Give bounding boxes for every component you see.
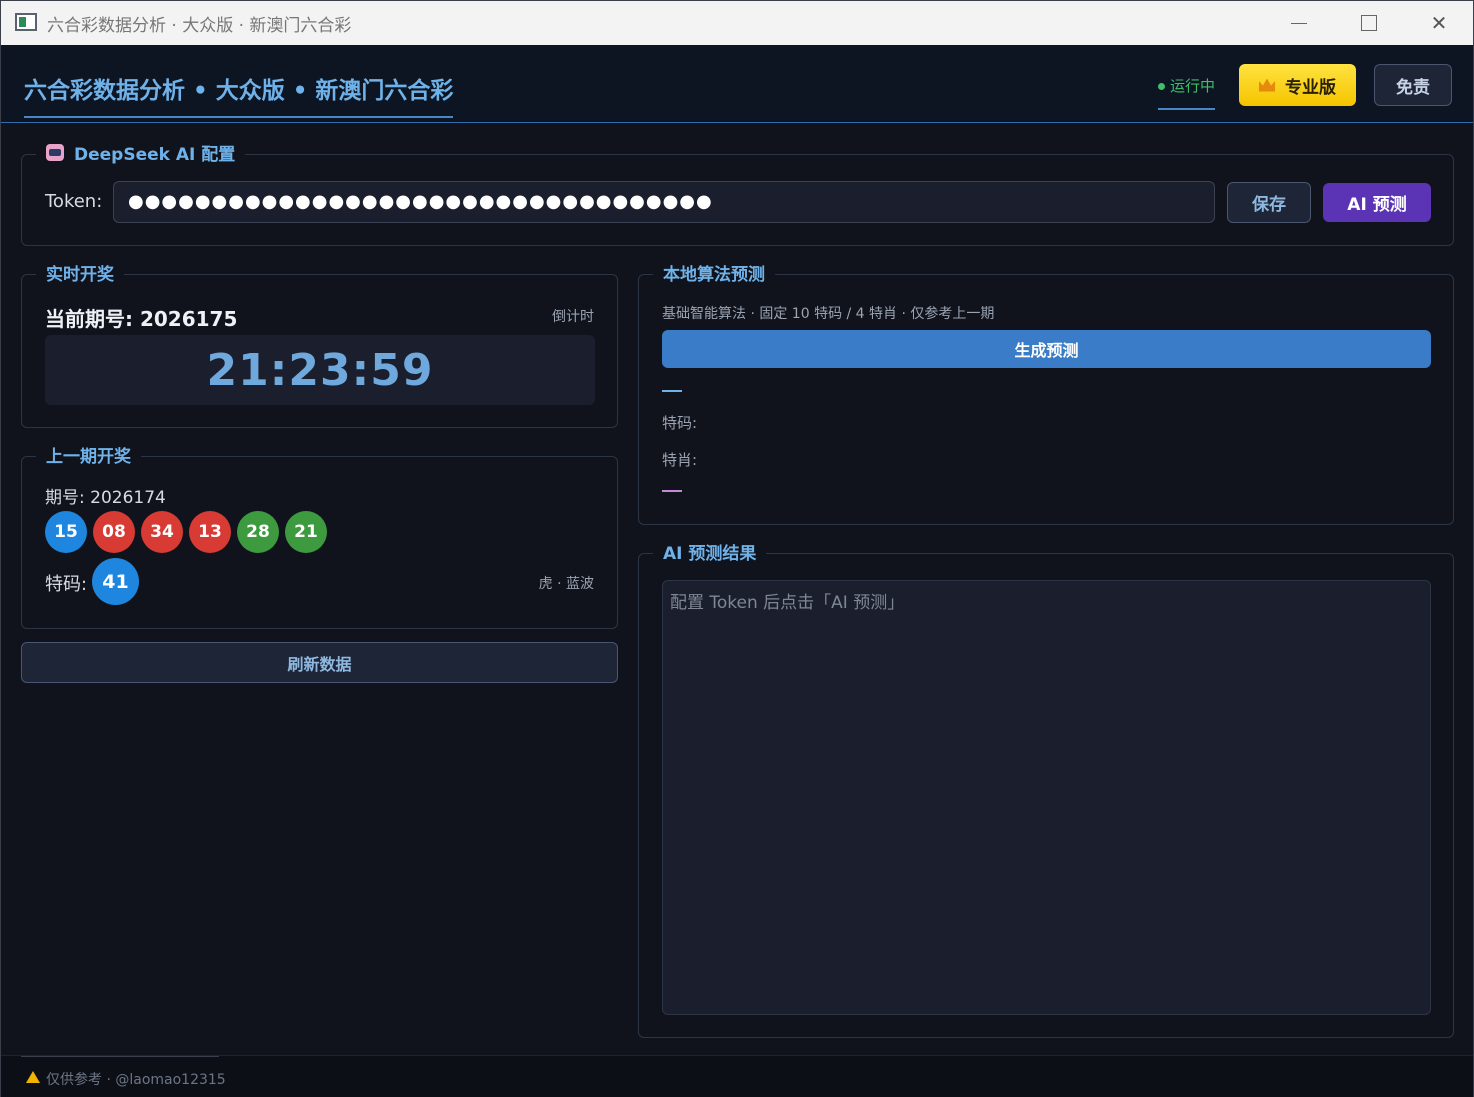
countdown-timer: 21:23:59 [45,335,595,405]
generate-prediction-button[interactable]: 生成预测 [662,330,1431,368]
ai-predict-button[interactable]: AI 预测 [1323,183,1431,222]
footer-text: 仅供参考 · @laomao12315 [46,1072,226,1088]
local-prediction-title: 本地算法预测 [653,260,775,285]
ai-result-title: AI 预测结果 [653,539,767,564]
ai-config-title: DeepSeek AI 配置 [36,140,246,165]
special-zodiac-label: 特肖: [662,451,698,469]
number-ball: 21 [285,511,327,553]
window-title: 六合彩数据分析 · 大众版 · 新澳门六合彩 [47,16,352,36]
pro-version-button[interactable]: 专业版 [1239,64,1356,106]
status-dot-icon [1158,83,1165,90]
number-ball: 28 [237,511,279,553]
ai-config-group: DeepSeek AI 配置 Token: ●●●●●●●●●●●●●●●●●●… [21,140,1454,246]
pro-version-label: 专业版 [1285,77,1336,98]
robot-icon [46,144,64,161]
save-button[interactable]: 保存 [1227,182,1311,223]
title-bar: 六合彩数据分析 · 大众版 · 新澳门六合彩 ✕ [1,1,1473,45]
disclaimer-button[interactable]: 免责 [1374,64,1452,106]
footer-divider [21,1056,219,1057]
realtime-draw-group: 实时开奖 当前期号: 2026175 倒计时 21:23:59 [21,260,618,428]
crown-icon [1259,78,1275,92]
ai-result-group: AI 预测结果 配置 Token 后点击「AI 预测」 [638,539,1454,1038]
number-ball: 34 [141,511,183,553]
app-icon [15,13,37,31]
number-ball: 15 [45,511,87,553]
ai-result-output[interactable]: 配置 Token 后点击「AI 预测」 [662,580,1431,1015]
app-window: 六合彩数据分析 · 大众版 · 新澳门六合彩 ✕ 六合彩数据分析 • 大众版 •… [0,0,1474,1097]
status-indicator: 运行中 [1158,75,1216,110]
token-input[interactable]: ●●●●●●●●●●●●●●●●●●●●●●●●●●●●●●●●●●● [113,181,1215,223]
ai-config-title-text: DeepSeek AI 配置 [74,145,236,165]
special-code-label: 特码: [662,414,698,432]
token-label: Token: [45,191,103,212]
local-prediction-description: 基础智能算法 · 固定 10 特码 / 4 特肖 · 仅参考上一期 [662,306,995,322]
minimize-icon[interactable] [1269,5,1329,41]
last-draw-title: 上一期开奖 [36,442,141,467]
number-ball: 08 [93,511,135,553]
maximize-icon[interactable] [1339,5,1399,41]
status-text: 运行中 [1170,77,1216,95]
app-header: 六合彩数据分析 • 大众版 • 新澳门六合彩 运行中 专业版 免责 [1,45,1473,123]
number-ball: 13 [189,511,231,553]
local-prediction-group: 本地算法预测 基础智能算法 · 固定 10 特码 / 4 特肖 · 仅参考上一期… [638,260,1454,525]
warning-icon [26,1071,40,1083]
close-icon[interactable]: ✕ [1409,5,1469,41]
divider [662,490,682,492]
number-balls: 15 08 34 13 28 21 [45,511,327,553]
countdown-label: 倒计时 [552,309,594,325]
footer: 仅供参考 · @laomao12315 [1,1055,1473,1097]
realtime-draw-title: 实时开奖 [36,260,124,285]
special-number-label: 特码: [45,574,88,595]
refresh-data-button[interactable]: 刷新数据 [21,642,618,683]
last-issue: 期号: 2026174 [45,488,166,508]
page-title: 六合彩数据分析 • 大众版 • 新澳门六合彩 [24,71,454,118]
special-number-ball: 41 [92,558,139,605]
last-draw-group: 上一期开奖 期号: 2026174 15 08 34 13 28 21 特码: … [21,442,618,629]
divider [662,390,682,392]
current-issue: 当前期号: 2026175 [45,307,238,331]
zodiac-wave: 虎 · 蓝波 [538,576,594,592]
